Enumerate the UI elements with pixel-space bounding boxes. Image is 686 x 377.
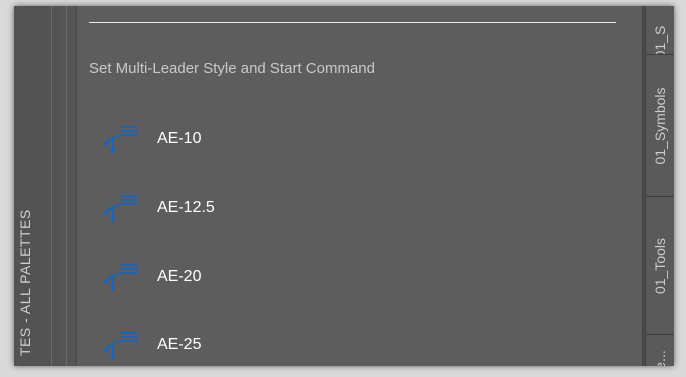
tab-truncated[interactable]: e... — [645, 334, 674, 366]
tool-item-ae-25[interactable]: AE-25 — [99, 329, 201, 361]
separator-line — [89, 22, 616, 23]
tool-label: AE-25 — [157, 336, 202, 353]
palette-content: Set Multi-Leader Style and Start Command… — [77, 6, 642, 366]
palette-side-bar — [58, 6, 77, 366]
palette-tabs: 01_S 01_Symbols 01_Tools e... — [642, 6, 674, 366]
section-label: Set Multi-Leader Style and Start Command — [89, 60, 375, 77]
tab-label: 01_Tools — [652, 237, 668, 295]
tool-label: AE-10 — [157, 130, 202, 147]
tool-label: AE-20 — [157, 268, 202, 285]
tool-label: AE-12.5 — [157, 199, 215, 216]
tool-palette-window: TES - ALL PALETTES Set Multi-Leader Styl… — [14, 6, 674, 366]
tab-label: e... — [652, 350, 668, 366]
multileader-icon — [103, 126, 138, 154]
multileader-icon — [103, 332, 138, 360]
multileader-icon — [103, 195, 138, 223]
tool-item-ae-20[interactable]: AE-20 — [99, 261, 201, 293]
tab-01-tools[interactable]: 01_Tools — [645, 196, 674, 336]
multileader-icon — [103, 264, 138, 292]
palette-title: TES - ALL PALETTES — [17, 209, 33, 356]
tab-label: 01_Symbols — [652, 87, 668, 165]
title-bar-grip — [51, 6, 52, 366]
tool-item-ae-10[interactable]: AE-10 — [99, 123, 201, 155]
tool-item-ae-12-5[interactable]: AE-12.5 — [99, 192, 215, 224]
palette-title-bar[interactable]: TES - ALL PALETTES — [14, 6, 59, 366]
side-bar-divider — [66, 6, 67, 366]
tab-01-symbols[interactable]: 01_Symbols — [645, 54, 674, 198]
